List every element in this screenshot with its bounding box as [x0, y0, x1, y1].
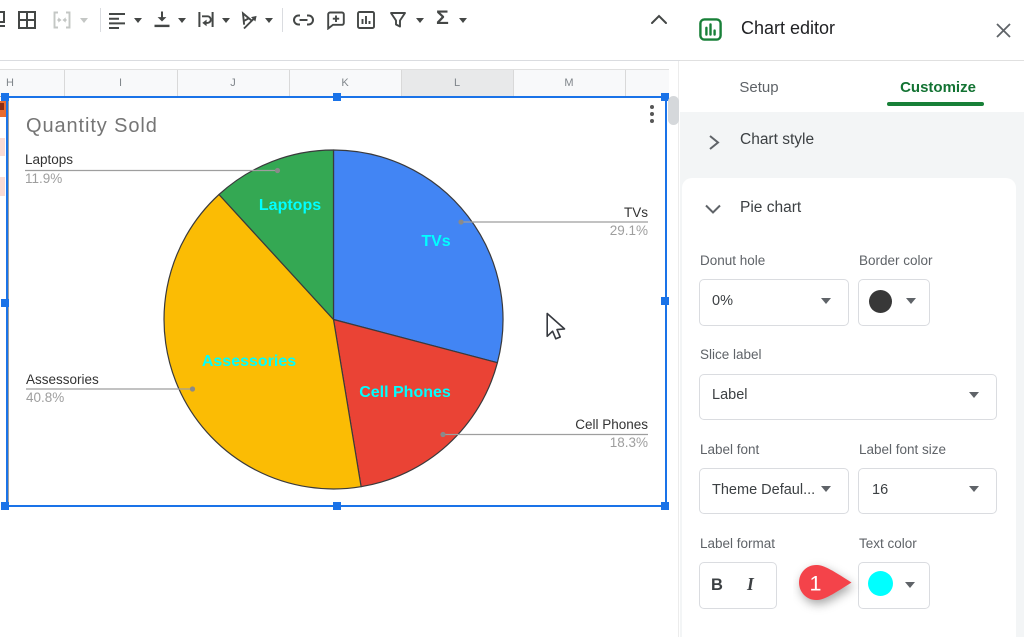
svg-text:1: 1 [810, 572, 822, 596]
